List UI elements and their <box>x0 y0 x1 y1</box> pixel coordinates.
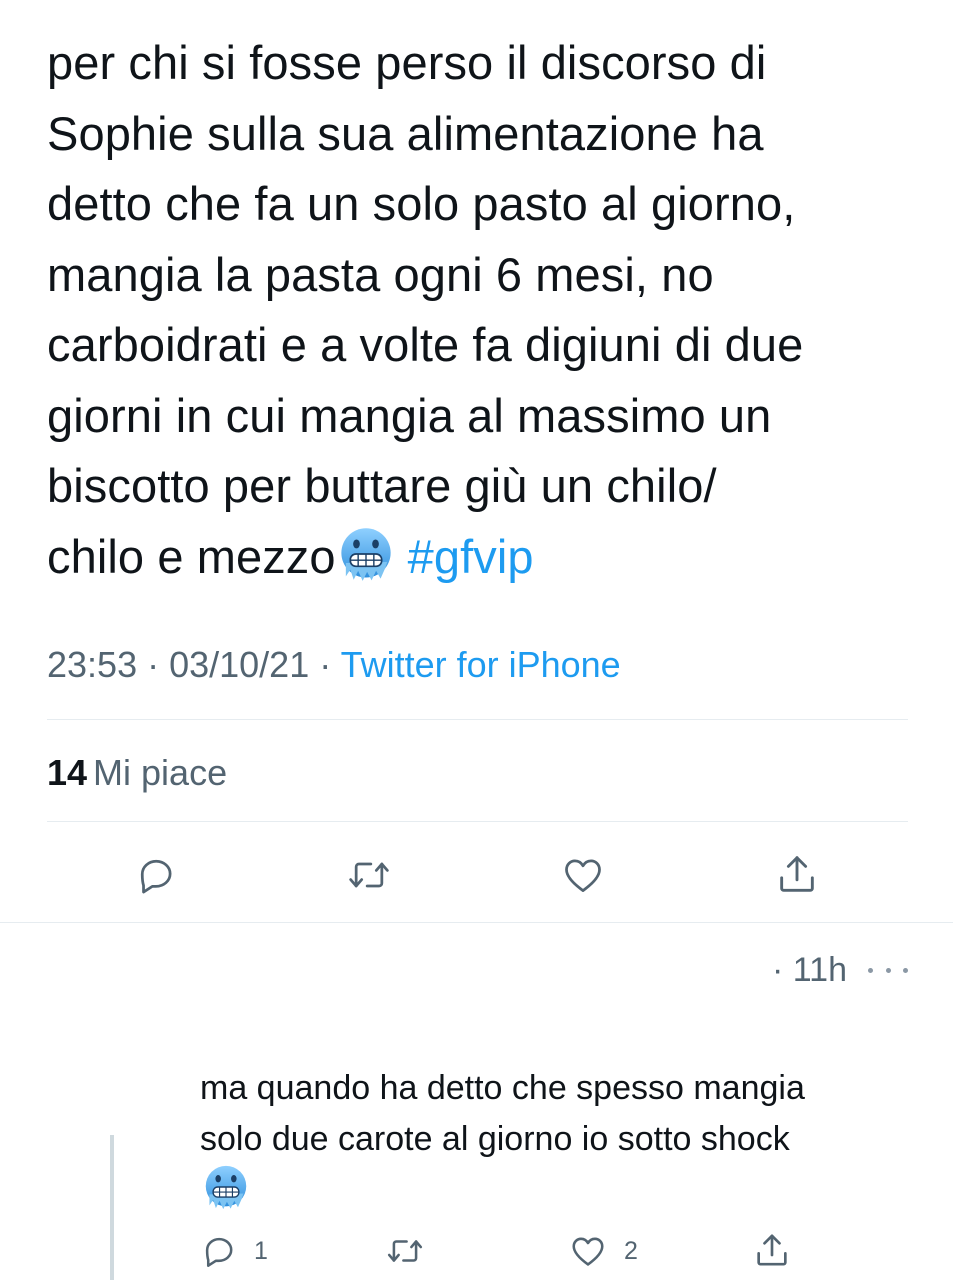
reply-text-line: solo due carote al giorno io sotto shock <box>200 1120 790 1158</box>
like-button[interactable] <box>555 850 611 900</box>
more-dot <box>885 967 891 973</box>
tweet-time: 23:53 <box>47 644 138 685</box>
reply-retweet-button[interactable] <box>383 1232 427 1270</box>
reply-reply-button[interactable]: 1 <box>200 1232 268 1270</box>
share-icon <box>757 1234 787 1266</box>
heart-icon <box>565 859 601 892</box>
retweet-icon <box>387 1240 423 1262</box>
retweet-button[interactable] <box>340 850 398 900</box>
heart-icon <box>572 1237 604 1266</box>
share-icon <box>780 856 814 892</box>
share-button[interactable] <box>769 848 825 900</box>
tweet-metadata: 23:53 · 03/10/21 · Twitter for iPhone <box>47 638 621 692</box>
divider <box>0 922 953 923</box>
reply-count: 1 <box>254 1237 268 1265</box>
more-dot <box>868 967 873 973</box>
tweet-text-line: mangia la pasta ogni 6 mesi, no <box>47 247 714 301</box>
cold-face-emoji-icon <box>205 1165 247 1210</box>
likes-label: Mi piace <box>93 752 228 793</box>
tweet-text-line: per chi si fosse perso il discorso di <box>47 36 767 89</box>
tweet-text-line: biscotto per buttare giù un chilo/ <box>47 459 717 512</box>
reply-icon <box>205 1237 233 1267</box>
tweet-date[interactable]: 03/10/21 <box>169 644 309 685</box>
reply-button[interactable] <box>128 850 184 900</box>
like-count: 2 <box>624 1237 638 1265</box>
tweet-text-line: carboidrati e a volte fa digiuni di due <box>47 318 804 371</box>
more-options-icon[interactable] <box>868 952 908 988</box>
tweet-text-line: giorni in cui mangia al massimo un <box>47 388 772 442</box>
tweet-text-line: chilo e mezzo <box>47 529 336 583</box>
reply-text: ma quando ha detto che spesso mangia sol… <box>200 1063 920 1165</box>
tweet-text-line: detto che fa un solo pasto al giorno, <box>47 177 796 230</box>
reply-text-line: ma quando ha detto che spesso mangia <box>200 1069 805 1107</box>
tweet-text-last-line: chilo e mezzo #gfvip <box>47 522 917 593</box>
retweet-icon <box>349 862 389 888</box>
cold-face-emoji-icon <box>340 526 392 582</box>
tweet-source-link[interactable]: Twitter for iPhone <box>341 644 621 685</box>
reply-icon <box>140 859 172 894</box>
divider <box>47 821 908 822</box>
meta-separator: · <box>137 644 170 685</box>
divider <box>47 719 908 720</box>
thread-line <box>110 1135 114 1280</box>
more-dot <box>903 967 908 973</box>
reply-like-button[interactable]: 2 <box>568 1232 638 1270</box>
tweet-text-line: Sophie sulla sua alimentazione ha <box>47 106 764 160</box>
tweet-text: per chi si fosse perso il discorso di So… <box>47 28 917 592</box>
hashtag-link[interactable]: #gfvip <box>408 530 534 583</box>
likes-count: 14 <box>47 752 88 793</box>
reply-share-button[interactable] <box>752 1230 792 1270</box>
likes-stat[interactable]: 14 Mi piace <box>47 748 227 798</box>
reply-timestamp[interactable]: · 11h <box>772 946 847 994</box>
meta-separator: · <box>309 644 341 685</box>
